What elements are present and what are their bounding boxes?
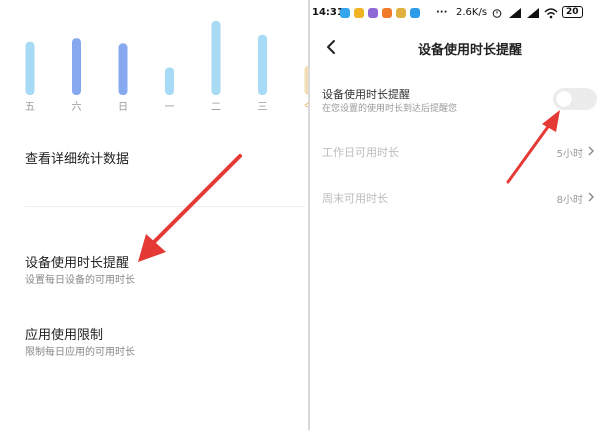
- screen-time-overview-panel: 五六日一二三今 查看详细统计数据 设备使用时长提醒 设置每日设备的可用时长 应用…: [0, 0, 308, 430]
- chevron-right-icon: [588, 146, 594, 156]
- day-label-3: 一: [165, 102, 175, 113]
- signal-icon-1: [509, 8, 521, 18]
- app-usage-limit-subtitle: 限制每日应用的可用时长: [25, 347, 135, 358]
- calendar-app-icon: [410, 8, 420, 18]
- notification-app-icon: [354, 8, 364, 18]
- menu-divider: [25, 206, 305, 207]
- usage-bar-4: [211, 21, 221, 95]
- network-speed: 2.6K/s: [456, 7, 488, 18]
- usage-bar-1: [72, 38, 81, 95]
- reminder-toggle-subtitle: 在您设置的使用时长到达后提醒您: [322, 104, 458, 114]
- wifi-icon: [544, 8, 558, 19]
- chevron-right-icon: [588, 192, 594, 202]
- usage-bar-2: [118, 43, 128, 95]
- page-title: 设备使用时长提醒: [417, 43, 522, 58]
- usage-bar-5: [258, 34, 267, 95]
- battery-level: 20: [562, 6, 583, 18]
- reminder-toggle-switch[interactable]: [553, 88, 597, 110]
- annotation-arrow-right: [506, 110, 560, 184]
- device-usage-reminder-subtitle: 设置每日设备的可用时长: [25, 275, 135, 286]
- back-button[interactable]: [318, 34, 344, 60]
- status-bar: 14:31 ··· 2.6K/s 20: [310, 3, 609, 23]
- app-usage-limit-title: 应用使用限制: [25, 328, 104, 343]
- day-label-0: 五: [25, 102, 35, 113]
- day-label-2: 日: [118, 102, 128, 113]
- comparison-screenshot: 五六日一二三今 查看详细统计数据 设备使用时长提醒 设置每日设备的可用时长 应用…: [0, 0, 609, 430]
- shopping-app-icon: [382, 8, 392, 18]
- day-label-5: 三: [258, 102, 268, 113]
- weekend-duration-label: 周末可用时长: [322, 192, 388, 205]
- alarm-icon: [492, 9, 502, 18]
- toggle-knob: [556, 91, 572, 107]
- usage-bar-3: [165, 67, 174, 95]
- annotation-arrow-right-head: [542, 110, 560, 132]
- sticker-app-icon: [396, 8, 406, 18]
- signal-icon-2: [527, 8, 539, 18]
- device-usage-reminder-settings-panel: 14:31 ··· 2.6K/s 20 设备使用时长提醒 设备使用时长提醒 在您…: [310, 0, 609, 430]
- day-label-1: 六: [72, 101, 82, 113]
- day-label-4: 二: [211, 102, 221, 113]
- reminder-toggle-title: 设备使用时长提醒: [322, 88, 410, 101]
- device-usage-reminder-title: 设备使用时长提醒: [25, 256, 130, 271]
- status-more-dots: ···: [436, 7, 448, 18]
- usage-bar-0: [25, 41, 35, 95]
- view-detailed-stats-label: 查看详细统计数据: [25, 152, 130, 167]
- weekend-duration-value: 8小时: [556, 195, 583, 206]
- qq-app-icon: [340, 8, 350, 18]
- back-arrow-icon: [327, 40, 335, 54]
- workday-duration-value: 5小时: [556, 149, 583, 160]
- weekly-usage-chart: 五六日一二三今: [25, 21, 308, 113]
- video-app-icon: [368, 8, 378, 18]
- workday-duration-label: 工作日可用时长: [322, 146, 399, 159]
